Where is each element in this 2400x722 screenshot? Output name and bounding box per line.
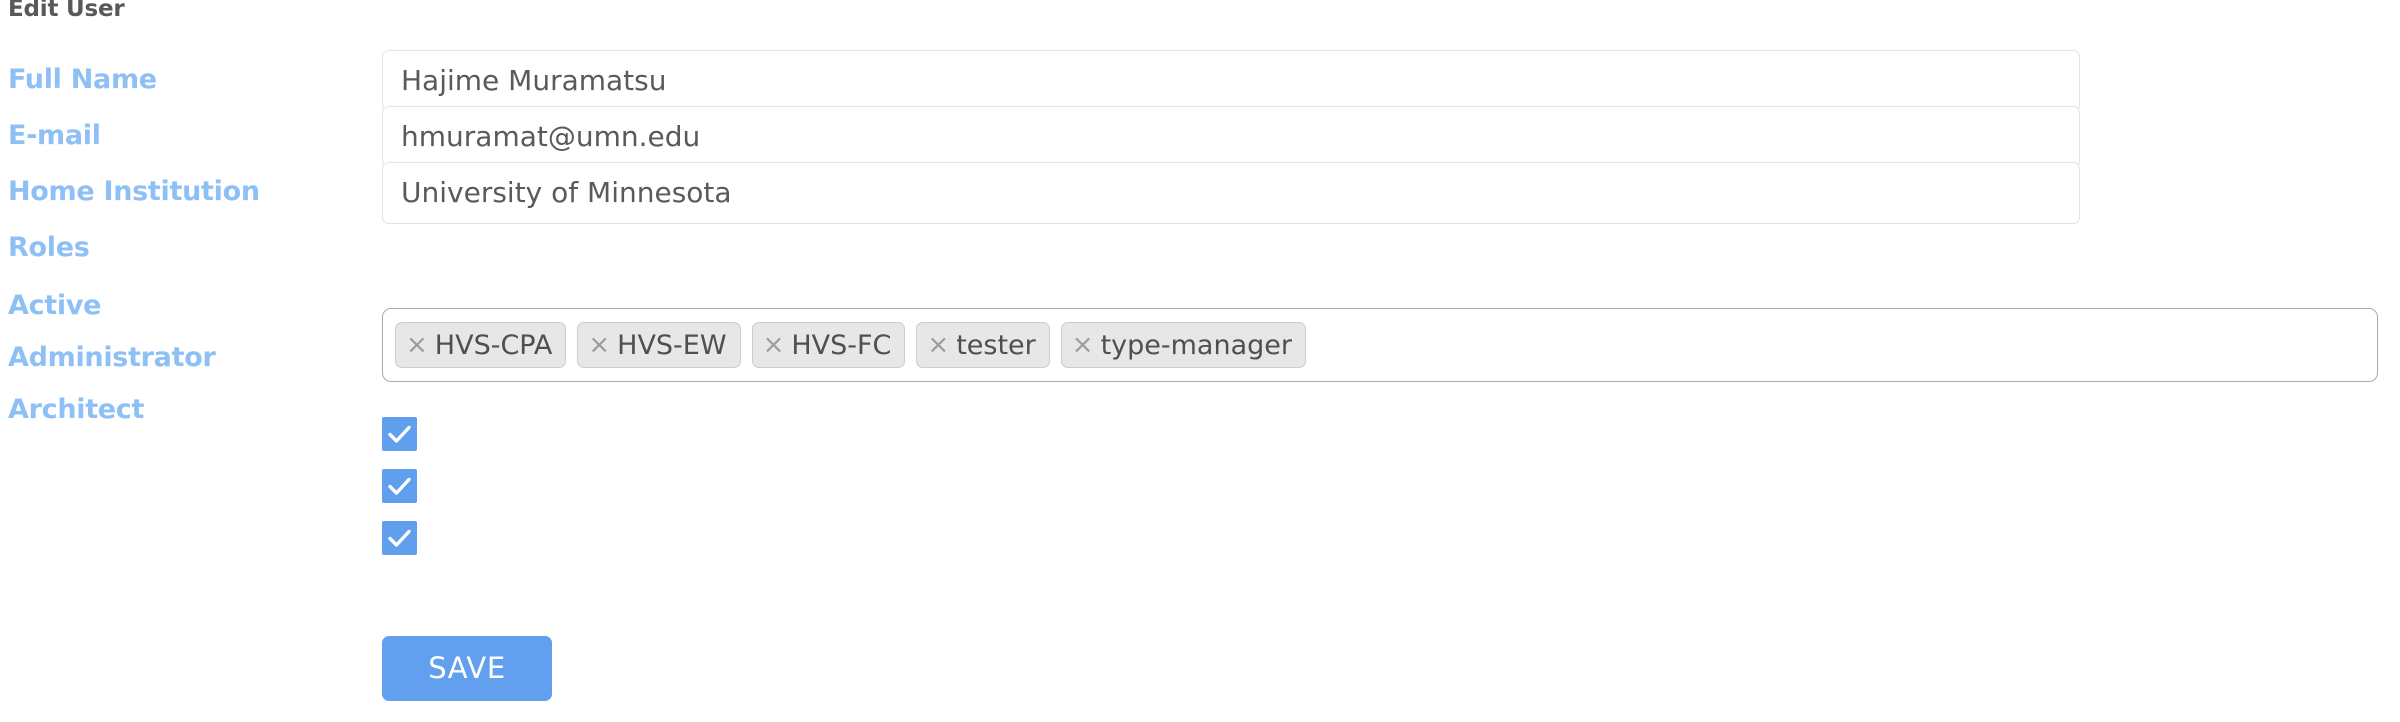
role-tag[interactable]: × HVS-EW: [577, 322, 741, 368]
active-checkbox[interactable]: [382, 417, 417, 451]
checkmark-icon: [388, 477, 411, 495]
administrator-checkbox[interactable]: [382, 469, 417, 503]
role-tag[interactable]: × tester: [916, 322, 1050, 368]
remove-tag-icon[interactable]: ×: [1072, 332, 1094, 358]
role-tag-label: HVS-CPA: [434, 329, 553, 361]
email-input[interactable]: hmuramat@umn.edu: [382, 106, 2080, 168]
checkmark-icon: [388, 425, 411, 443]
role-tag[interactable]: × HVS-FC: [751, 322, 906, 368]
remove-tag-icon[interactable]: ×: [927, 332, 949, 358]
role-tag-label: HVS-EW: [617, 329, 727, 361]
role-tag-label: HVS-FC: [791, 329, 892, 361]
remove-tag-icon[interactable]: ×: [588, 332, 610, 358]
remove-tag-icon[interactable]: ×: [406, 332, 428, 358]
home-institution-input[interactable]: University of Minnesota: [382, 162, 2080, 224]
architect-checkbox[interactable]: [382, 521, 417, 555]
label-home-institution: Home Institution: [8, 176, 260, 207]
full-name-input[interactable]: Hajime Muramatsu: [382, 50, 2080, 112]
role-tag-label: type-manager: [1100, 329, 1292, 361]
roles-multiselect[interactable]: × HVS-CPA × HVS-EW × HVS-FC × tester × type-manag…: [382, 308, 2378, 382]
role-tag[interactable]: × HVS-CPA: [395, 322, 567, 368]
role-tag-label: tester: [956, 329, 1036, 361]
checkmark-icon: [388, 529, 411, 547]
remove-tag-icon[interactable]: ×: [763, 332, 785, 358]
label-email: E-mail: [8, 120, 101, 151]
label-administrator: Administrator: [8, 342, 216, 373]
role-tag[interactable]: × type-manager: [1060, 322, 1306, 368]
save-button[interactable]: SAVE: [382, 636, 552, 701]
label-architect: Architect: [8, 394, 145, 425]
label-active: Active: [8, 290, 102, 321]
label-roles: Roles: [8, 232, 90, 263]
page-title: Edit User: [8, 0, 125, 22]
label-full-name: Full Name: [8, 64, 157, 95]
